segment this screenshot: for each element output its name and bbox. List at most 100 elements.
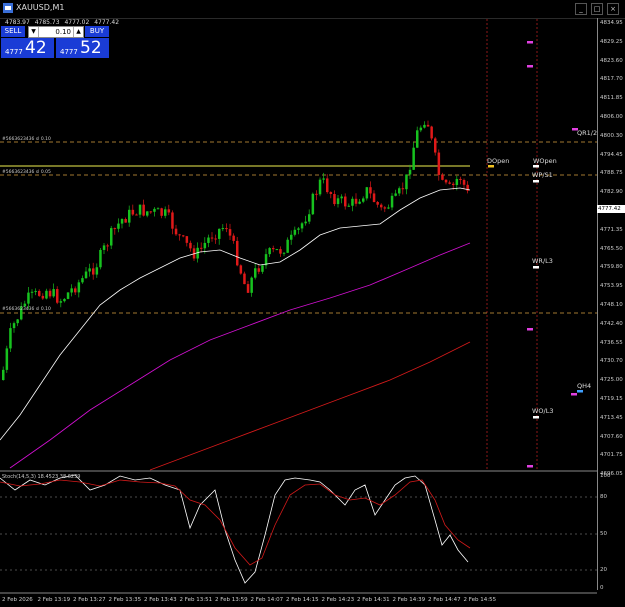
candle-body bbox=[434, 138, 437, 153]
time-axis-label: 2 Feb 2026 bbox=[2, 597, 33, 603]
candle-body bbox=[354, 198, 358, 204]
candle-body bbox=[308, 214, 311, 222]
candle-body bbox=[214, 238, 217, 240]
candle-body bbox=[268, 248, 271, 255]
lot-decrease-icon[interactable]: ▼ bbox=[29, 27, 39, 37]
candle-body bbox=[153, 208, 156, 212]
candle-body bbox=[135, 214, 138, 216]
buy-button[interactable]: BUY bbox=[85, 26, 109, 37]
sell-button[interactable]: SELL bbox=[1, 26, 25, 37]
candle-body bbox=[207, 237, 210, 243]
one-click-trading-panel: SELL ▼ 0.10 ▲ BUY 4777 42 4777 52 bbox=[1, 26, 109, 58]
candle-body bbox=[297, 228, 300, 230]
candle-body bbox=[315, 193, 318, 195]
sell-price-button[interactable]: 4777 42 bbox=[1, 38, 54, 58]
candle-body bbox=[232, 235, 235, 241]
candle-body bbox=[326, 178, 329, 193]
candle-body bbox=[272, 248, 275, 250]
candle-body bbox=[218, 228, 221, 239]
osc-level-50: 50 bbox=[600, 531, 607, 537]
candle-body bbox=[257, 268, 261, 272]
tp-order-label: #5663623436 sl 0.10 bbox=[2, 137, 51, 142]
wopen-label: WOpen bbox=[533, 157, 557, 165]
price-axis-label: 4753.95 bbox=[600, 283, 623, 290]
price-axis-label: 4765.50 bbox=[600, 245, 623, 252]
candle-body bbox=[99, 249, 102, 268]
pivot-level-marker bbox=[533, 266, 539, 269]
candle-body bbox=[236, 240, 239, 266]
price-axis-label: 4823.60 bbox=[600, 57, 623, 64]
pivot-level-marker bbox=[533, 416, 539, 419]
candle-body bbox=[372, 193, 376, 202]
time-axis-label: 2 Feb 14:55 bbox=[463, 597, 497, 603]
qr1-2-label: QR1/2 bbox=[577, 129, 598, 137]
time-axis-label: 2 Feb 14:47 bbox=[428, 597, 461, 603]
price-axis-label: 4811.85 bbox=[600, 95, 623, 102]
candle-body bbox=[2, 369, 5, 380]
candle-body bbox=[200, 247, 203, 249]
time-axis-label: 2 Feb 13:19 bbox=[37, 597, 71, 603]
candlestick-series bbox=[2, 120, 469, 381]
candle-body bbox=[225, 228, 228, 230]
time-axis-label: 2 Feb 13:51 bbox=[179, 597, 213, 603]
candle-body bbox=[254, 268, 257, 278]
candle-body bbox=[405, 174, 408, 190]
candle-body bbox=[171, 212, 174, 229]
candle-body bbox=[12, 323, 16, 329]
candle-body bbox=[131, 209, 135, 215]
candle-body bbox=[437, 152, 441, 175]
time-axis-label: 2 Feb 13:43 bbox=[144, 597, 177, 603]
candle-body bbox=[182, 235, 185, 237]
candle-body bbox=[146, 211, 149, 216]
candle-body bbox=[189, 242, 192, 249]
price-axis-label: 4782.90 bbox=[600, 189, 623, 196]
candle-body bbox=[347, 205, 351, 207]
candle-body bbox=[279, 249, 282, 254]
candle-body bbox=[401, 188, 405, 190]
candle-body bbox=[52, 289, 55, 297]
time-axis-label: 2 Feb 14:07 bbox=[250, 597, 284, 603]
candle-body bbox=[41, 295, 45, 299]
lot-increase-icon[interactable]: ▲ bbox=[73, 27, 83, 37]
ma-mid-line bbox=[9, 242, 471, 469]
lot-size-input[interactable]: ▼ 0.10 ▲ bbox=[28, 26, 84, 38]
time-axis-label: 2 Feb 13:35 bbox=[108, 597, 142, 603]
candle-body bbox=[77, 282, 81, 293]
candle-body bbox=[376, 201, 379, 205]
candle-body bbox=[74, 288, 77, 293]
candle-body bbox=[56, 289, 59, 303]
candle-body bbox=[448, 182, 451, 184]
candle-body bbox=[394, 193, 397, 196]
candle-body bbox=[45, 290, 48, 299]
candle-body bbox=[243, 273, 246, 285]
qh4-label: QH4 bbox=[577, 382, 592, 390]
candle-body bbox=[322, 178, 325, 180]
candle-body bbox=[16, 319, 19, 324]
pivot-level-marker bbox=[571, 393, 577, 396]
pivot-level-marker bbox=[533, 165, 539, 168]
sl-order-label: #5663623436 sl 0.10 bbox=[2, 307, 51, 312]
candle-body bbox=[261, 265, 264, 272]
candle-body bbox=[88, 268, 91, 272]
price-axis-label: 4834.95 bbox=[600, 20, 623, 26]
candle-body bbox=[9, 328, 12, 349]
pivot-level-marker bbox=[527, 65, 533, 68]
price-axis-label: 4794.45 bbox=[600, 151, 623, 158]
candle-body bbox=[250, 277, 253, 293]
candle-body bbox=[362, 198, 365, 202]
candle-body bbox=[92, 268, 95, 275]
ask-price-small: 4777 bbox=[60, 48, 78, 56]
osc-level-0: 0 bbox=[600, 585, 604, 591]
candle-body bbox=[286, 239, 289, 253]
candle-body bbox=[23, 303, 27, 307]
candle-body bbox=[124, 219, 127, 223]
candle-body bbox=[221, 228, 225, 230]
candle-body bbox=[106, 245, 109, 247]
candle-body bbox=[387, 207, 390, 209]
entry-order-label: #5663623436 sl 0.05 bbox=[2, 170, 51, 175]
pivot-level-marker bbox=[527, 465, 533, 468]
candle-body bbox=[290, 234, 293, 240]
price-chart[interactable] bbox=[0, 0, 625, 607]
buy-price-button[interactable]: 4777 52 bbox=[56, 38, 109, 58]
candle-body bbox=[412, 147, 415, 170]
